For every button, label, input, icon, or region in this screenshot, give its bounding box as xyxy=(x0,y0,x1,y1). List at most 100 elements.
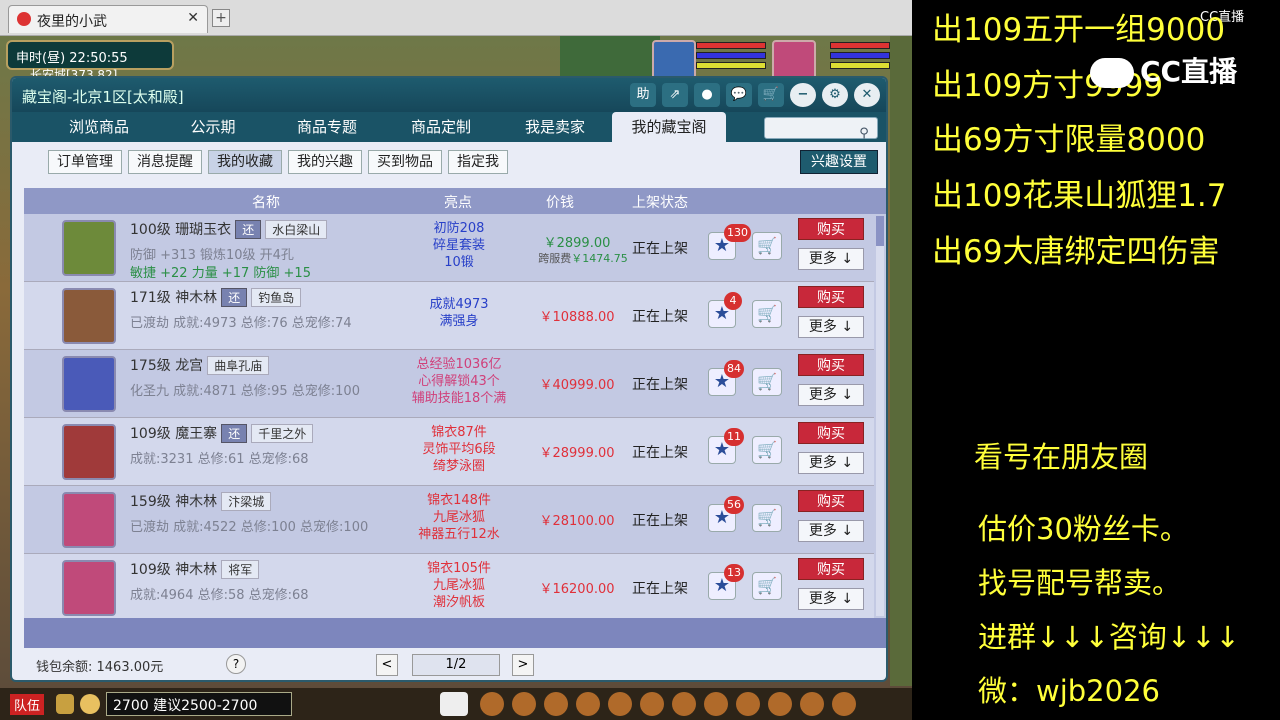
search-input[interactable]: ⚲ xyxy=(764,117,878,141)
tab-my-pavilion[interactable]: 我的藏宝阁 xyxy=(612,112,726,142)
table-row[interactable]: 159级 神木林 汴梁城 已渡劫 成就:4522 总修:100 总宠修:100 锦衣1… xyxy=(24,486,874,554)
activity-icon[interactable] xyxy=(768,692,792,716)
buy-button[interactable]: 购买 xyxy=(798,218,864,240)
player-status-bars xyxy=(696,42,768,72)
more-button[interactable]: 更多 ↓ xyxy=(798,316,864,338)
system-icon[interactable] xyxy=(736,692,760,716)
add-to-cart-icon[interactable]: 🛒 xyxy=(752,504,782,532)
pet-icon[interactable] xyxy=(440,692,468,716)
tab-topics[interactable]: 商品专题 xyxy=(270,112,384,142)
row-title: 100级 珊瑚玉衣还水白梁山 xyxy=(130,219,328,239)
favorite-count: 4 xyxy=(724,292,742,310)
buy-button[interactable]: 购买 xyxy=(798,558,864,580)
server-badge: 钓鱼岛 xyxy=(251,288,302,307)
help-circle-icon[interactable]: ? xyxy=(226,654,246,674)
record-icon[interactable]: ● xyxy=(694,83,720,107)
col-name: 名称 xyxy=(252,195,280,211)
tab-publicity[interactable]: 公示期 xyxy=(156,112,270,142)
add-to-cart-icon[interactable]: 🛒 xyxy=(752,300,782,328)
row-title: 159级 神木林 汴梁城 xyxy=(130,491,272,511)
chat-input[interactable]: 2700 建议2500-2700 xyxy=(106,692,292,716)
character-avatar[interactable] xyxy=(62,220,116,276)
voice-icon[interactable] xyxy=(56,694,74,714)
minimize-icon[interactable]: − xyxy=(790,83,816,107)
add-to-cart-icon[interactable]: 🛒 xyxy=(752,232,782,260)
highlight-line: 锦衣87件 xyxy=(431,425,487,440)
subtab-interests[interactable]: 我的兴趣 xyxy=(288,150,362,174)
prev-page-button[interactable]: < xyxy=(376,654,398,676)
add-to-cart-icon[interactable]: 🛒 xyxy=(752,368,782,396)
buy-button[interactable]: 购买 xyxy=(798,354,864,376)
skill-icon[interactable] xyxy=(544,692,568,716)
close-icon[interactable]: ✕ xyxy=(854,83,880,107)
row-level: 159级 xyxy=(130,494,171,510)
interest-settings-button[interactable]: 兴趣设置 xyxy=(800,150,878,174)
col-status: 上架状态 xyxy=(632,195,688,211)
pet-portrait[interactable] xyxy=(772,40,816,80)
player-portrait[interactable] xyxy=(652,40,696,80)
friend-icon[interactable] xyxy=(640,692,664,716)
tab-seller[interactable]: 我是卖家 xyxy=(498,112,612,142)
row-highlights: 初防208 碎星套装 10锻 xyxy=(400,220,518,271)
row-level: 171级 xyxy=(130,290,171,306)
note-moments: 看号在朋友圈 xyxy=(974,440,1149,474)
bag-icon[interactable] xyxy=(480,692,504,716)
character-avatar[interactable] xyxy=(62,424,116,480)
next-page-button[interactable]: > xyxy=(512,654,534,676)
subtab-favorites[interactable]: 我的收藏 xyxy=(208,150,282,174)
table-row[interactable]: 175级 龙宫 曲阜孔庙 化圣九 成就:4871 总修:95 总宠修:100 总经验1… xyxy=(24,350,874,418)
favorite-count: 11 xyxy=(724,428,744,446)
table-row[interactable]: 109级 神木林 将军 成就:4964 总修:58 总宠修:68 锦衣105件 九尾冰狐… xyxy=(24,554,874,622)
settings-icon[interactable]: ⚙ xyxy=(822,83,848,107)
map-icon[interactable] xyxy=(608,692,632,716)
new-tab-button[interactable]: + xyxy=(212,9,230,27)
table-row[interactable]: 171级 神木林还钓鱼岛 已渡劫 成就:4973 总修:76 总宠修:74 成就49… xyxy=(24,282,874,350)
subtab-purchased[interactable]: 买到物品 xyxy=(368,150,442,174)
row-highlights: 锦衣105件 九尾冰狐 潮汐帆板 xyxy=(400,560,518,611)
more-button[interactable]: 更多 ↓ xyxy=(798,384,864,406)
highlight-line: 绮梦泳圈 xyxy=(432,459,485,474)
character-avatar[interactable] xyxy=(62,288,116,344)
rank-icon[interactable] xyxy=(800,692,824,716)
subtab-orders[interactable]: 订单管理 xyxy=(48,150,122,174)
row-level: 109级 xyxy=(130,426,171,442)
shop-icon[interactable] xyxy=(704,692,728,716)
col-price: 价钱 xyxy=(546,195,574,211)
row-price: ￥2899.00 xyxy=(543,236,611,251)
server-badge: 汴梁城 xyxy=(221,492,272,511)
share-icon[interactable]: ⇗ xyxy=(662,83,688,107)
table-scrollbar[interactable] xyxy=(876,216,884,616)
character-avatar[interactable] xyxy=(62,356,116,412)
gift-icon[interactable] xyxy=(512,692,536,716)
buy-button[interactable]: 购买 xyxy=(798,422,864,444)
subtab-assigned[interactable]: 指定我 xyxy=(448,150,508,174)
add-to-cart-icon[interactable]: 🛒 xyxy=(752,436,782,464)
character-avatar[interactable] xyxy=(62,560,116,616)
search-icon[interactable]: ⚲ xyxy=(855,119,873,141)
guild-icon[interactable] xyxy=(672,692,696,716)
character-avatar[interactable] xyxy=(62,492,116,548)
message-icon[interactable]: 💬 xyxy=(726,83,752,107)
emoji-icon[interactable] xyxy=(80,694,100,714)
close-tab-icon[interactable]: ✕ xyxy=(187,10,199,26)
scrollbar-thumb[interactable] xyxy=(876,216,884,246)
buy-button[interactable]: 购买 xyxy=(798,286,864,308)
help-icon[interactable]: 助 xyxy=(630,83,656,107)
buy-button[interactable]: 购买 xyxy=(798,490,864,512)
mall-icon[interactable] xyxy=(832,692,856,716)
add-to-cart-icon[interactable]: 🛒 xyxy=(752,572,782,600)
favorite-count: 13 xyxy=(724,564,744,582)
task-icon[interactable] xyxy=(576,692,600,716)
team-button[interactable]: 队伍 xyxy=(10,694,45,715)
more-button[interactable]: 更多 ↓ xyxy=(798,588,864,610)
tab-custom[interactable]: 商品定制 xyxy=(384,112,498,142)
more-button[interactable]: 更多 ↓ xyxy=(798,452,864,474)
tab-browse[interactable]: 浏览商品 xyxy=(42,112,156,142)
more-button[interactable]: 更多 ↓ xyxy=(798,520,864,542)
subtab-messages[interactable]: 消息提醒 xyxy=(128,150,202,174)
browser-tab[interactable]: 夜里的小武 ✕ xyxy=(8,5,208,33)
more-button[interactable]: 更多 ↓ xyxy=(798,248,864,270)
cart-icon[interactable]: 🛒 xyxy=(758,83,784,107)
table-row[interactable]: 109级 魔王寨还千里之外 成就:3231 总修:61 总宠修:68 锦衣87件 灵饰… xyxy=(24,418,874,486)
table-row[interactable]: 100级 珊瑚玉衣还水白梁山 防御 +313 锻炼10级 开4孔 敏捷 +22 力量… xyxy=(24,214,874,282)
